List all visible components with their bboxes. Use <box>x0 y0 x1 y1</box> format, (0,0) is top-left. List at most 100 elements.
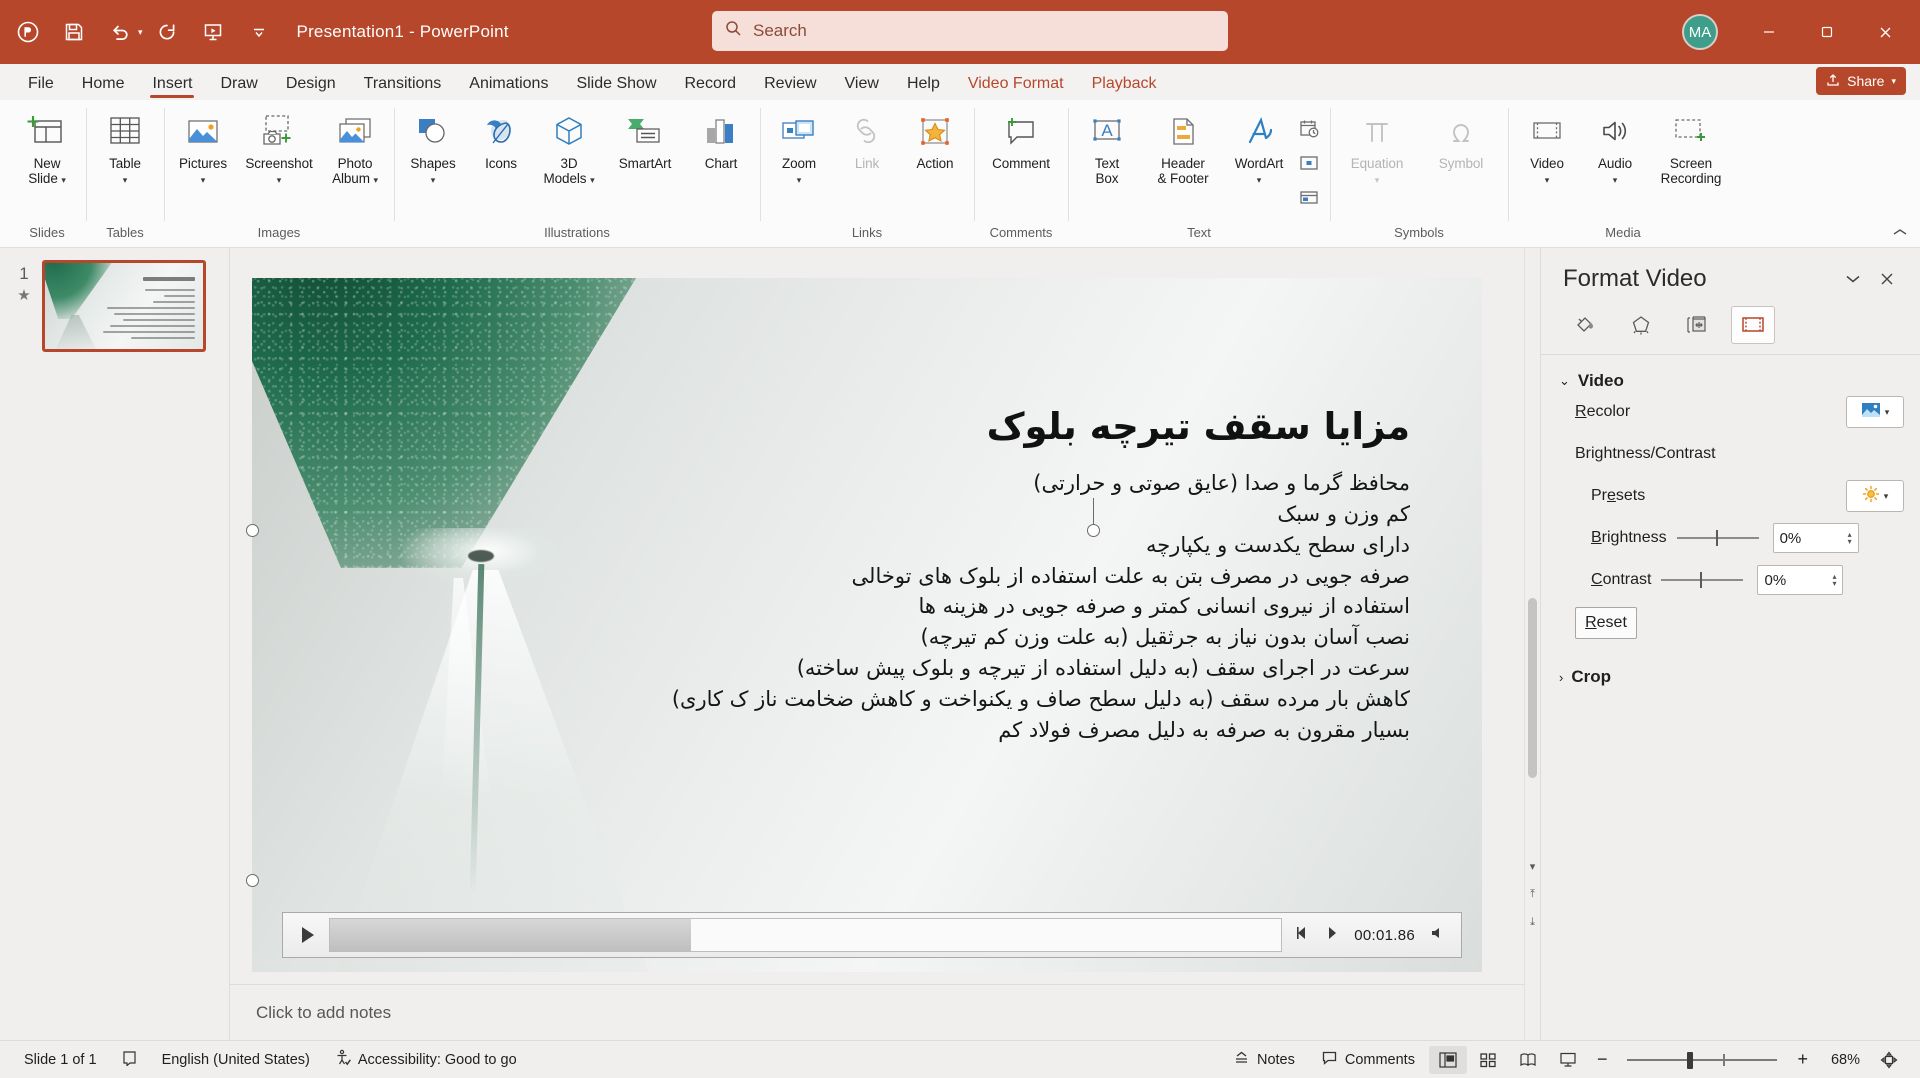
next-slide-icon[interactable]: ⤓ <box>1530 916 1535 929</box>
slide-title[interactable]: مزایا سقف تیرچه بلوک <box>987 405 1410 448</box>
brightness-slider[interactable] <box>1676 528 1759 548</box>
text-box-button[interactable]: A Text Box <box>1073 107 1141 186</box>
slide-show-view-icon[interactable] <box>1549 1046 1587 1074</box>
reset-button[interactable]: Reset <box>1575 607 1637 639</box>
thumbnail-item-1[interactable]: 1 ★ <box>0 260 229 352</box>
previous-slide-icon[interactable]: ⤒ <box>1530 888 1535 901</box>
restore-icon[interactable] <box>1798 0 1856 64</box>
powerpoint-logo-icon[interactable] <box>6 10 50 54</box>
notes-pane[interactable]: Click to add notes <box>230 984 1524 1040</box>
comments-button[interactable]: Comments <box>1309 1046 1427 1074</box>
stepper-arrows-icon[interactable]: ▴ ▾ <box>1848 531 1852 546</box>
recolor-dropdown-button[interactable]: ▾ <box>1846 396 1904 428</box>
equation-button[interactable]: Equation ▾ <box>1335 107 1419 186</box>
chevron-down-icon[interactable]: ▾ <box>1884 491 1889 501</box>
close-icon[interactable] <box>1856 0 1914 64</box>
shapes-button[interactable]: Shapes ▾ <box>399 107 467 186</box>
contrast-slider[interactable] <box>1661 570 1744 590</box>
selection-handle-top-center[interactable] <box>1087 524 1100 537</box>
tab-slide-show[interactable]: Slide Show <box>562 72 670 100</box>
tab-review[interactable]: Review <box>750 72 830 100</box>
tab-animations[interactable]: Animations <box>455 72 562 100</box>
scrollbar-thumb[interactable] <box>1528 598 1537 778</box>
stepper-arrows-icon[interactable]: ▴ ▾ <box>1832 573 1836 588</box>
three-d-models-button[interactable]: 3D Models ▾ <box>535 107 603 186</box>
object-icon[interactable] <box>1293 183 1325 211</box>
play-icon[interactable] <box>287 913 329 957</box>
tab-playback[interactable]: Playback <box>1078 72 1171 100</box>
step-back-icon[interactable] <box>1294 925 1310 946</box>
slide-count[interactable]: Slide 1 of 1 <box>12 1046 109 1074</box>
video-progress-track[interactable] <box>329 918 1283 952</box>
chevron-down-icon[interactable]: ▾ <box>1885 407 1890 417</box>
volume-icon[interactable] <box>1429 925 1445 946</box>
avatar[interactable]: MA <box>1682 14 1718 50</box>
chevron-down-icon[interactable] <box>1836 264 1870 294</box>
action-button[interactable]: Action <box>901 107 969 171</box>
presets-dropdown-button[interactable]: ▾ <box>1846 480 1904 512</box>
symbol-button[interactable]: Symbol <box>1419 107 1503 171</box>
zoom-out-button[interactable]: − <box>1589 1046 1616 1074</box>
brightness-stepper[interactable]: 0% ▴ ▾ <box>1772 523 1859 553</box>
accessibility-status[interactable]: Accessibility: Good to go <box>322 1046 529 1074</box>
tab-help[interactable]: Help <box>893 72 954 100</box>
slide-sorter-view-icon[interactable] <box>1469 1046 1507 1074</box>
customize-quick-access-toolbar-icon[interactable] <box>237 10 281 54</box>
zoom-button[interactable]: Zoom ▾ <box>765 107 833 186</box>
zoom-slider[interactable] <box>1627 1049 1778 1071</box>
search-input[interactable]: Search <box>712 11 1228 51</box>
tab-insert[interactable]: Insert <box>138 72 206 100</box>
redo-icon[interactable] <box>145 10 189 54</box>
slide-number-icon[interactable] <box>1293 149 1325 177</box>
wordart-button[interactable]: WordArt ▾ <box>1225 107 1293 186</box>
contrast-stepper[interactable]: 0% ▴ ▾ <box>1757 565 1844 595</box>
language-indicator[interactable]: English (United States) <box>150 1046 322 1074</box>
thumbnail-preview[interactable] <box>42 260 206 352</box>
tab-design[interactable]: Design <box>272 72 350 100</box>
video-icon[interactable] <box>1731 306 1775 344</box>
tab-transitions[interactable]: Transitions <box>350 72 456 100</box>
selection-handle-middle-left[interactable] <box>246 874 259 887</box>
collapse-ribbon-icon[interactable] <box>1892 226 1908 241</box>
fit-slide-to-window-icon[interactable] <box>1870 1046 1908 1074</box>
comment-button[interactable]: Comment <box>979 107 1063 171</box>
chart-button[interactable]: Chart <box>687 107 755 171</box>
screen-recording-button[interactable]: Screen Recording <box>1649 107 1733 186</box>
undo-icon[interactable] <box>98 10 142 54</box>
crop-section-header[interactable]: › Crop <box>1541 639 1920 687</box>
slide-body-text[interactable]: محافظ گرما و صدا (عایق صوتی و حرارتی) کم… <box>650 468 1410 746</box>
video-playback-bar[interactable]: 00:01.86 <box>282 912 1462 958</box>
minimize-icon[interactable] <box>1740 0 1798 64</box>
undo-dropdown-icon[interactable]: ▾ <box>138 27 143 38</box>
tab-home[interactable]: Home <box>68 72 139 100</box>
reading-view-icon[interactable] <box>1509 1046 1547 1074</box>
close-icon[interactable] <box>1870 264 1904 294</box>
pictures-button[interactable]: Pictures ▾ <box>169 107 237 186</box>
tab-draw[interactable]: Draw <box>206 72 271 100</box>
tab-video-format[interactable]: Video Format <box>954 72 1078 100</box>
spell-check-button[interactable] <box>109 1046 150 1074</box>
normal-view-icon[interactable] <box>1428 1045 1467 1074</box>
video-section-header[interactable]: ⌄ Video <box>1541 355 1920 391</box>
link-button[interactable]: Link <box>833 107 901 171</box>
new-slide-button[interactable]: New Slide ▾ <box>13 107 81 186</box>
photo-album-button[interactable]: Photo Album ▾ <box>321 107 389 186</box>
video-button[interactable]: Video ▾ <box>1513 107 1581 186</box>
notes-button[interactable]: Notes <box>1221 1046 1307 1074</box>
tab-record[interactable]: Record <box>671 72 751 100</box>
size-and-properties-icon[interactable] <box>1675 306 1719 344</box>
scroll-down-icon[interactable]: ▾ <box>1530 860 1536 873</box>
slide-canvas[interactable]: مزایا سقف تیرچه بلوک محافظ گرما و صدا (ع… <box>230 248 1524 984</box>
save-icon[interactable] <box>52 10 96 54</box>
selection-handle-top-left[interactable] <box>246 524 259 537</box>
tab-view[interactable]: View <box>831 72 893 100</box>
slide-surface[interactable]: مزایا سقف تیرچه بلوک محافظ گرما و صدا (ع… <box>252 278 1482 972</box>
screenshot-button[interactable]: Screenshot ▾ <box>237 107 321 186</box>
effects-icon[interactable] <box>1619 306 1663 344</box>
zoom-percent[interactable]: 68% <box>1818 1052 1860 1068</box>
slide-vertical-scrollbar[interactable]: ▾ ⤒ ⤓ <box>1524 248 1540 1040</box>
smartart-button[interactable]: SmartArt <box>603 107 687 171</box>
date-and-time-icon[interactable] <box>1293 115 1325 143</box>
icons-button[interactable]: Icons <box>467 107 535 171</box>
tab-file[interactable]: File <box>14 72 68 100</box>
